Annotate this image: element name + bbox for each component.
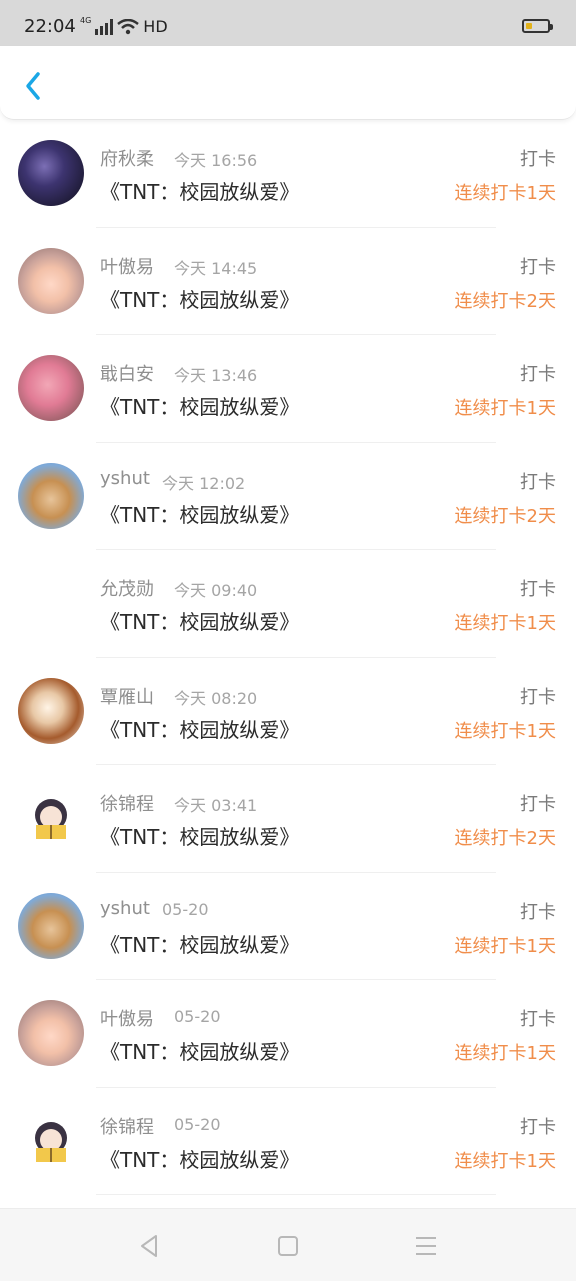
checkin-time: 今天 09:40 — [174, 581, 258, 600]
checkin-time: 今天 13:46 — [174, 366, 258, 385]
avatar[interactable] — [18, 785, 84, 851]
user-name: yshut — [100, 467, 150, 489]
checkin-time: 今天 12:02 — [162, 473, 246, 493]
streak-label: 连续打卡2天 — [454, 290, 556, 312]
book-title: 《TNT：校园放纵爱》 — [100, 180, 300, 204]
book-title: 《TNT：校园放纵爱》 — [100, 1147, 300, 1172]
checkin-type: 打卡 — [520, 686, 556, 708]
user-name: yshut — [100, 897, 150, 919]
streak-label: 连续打卡1天 — [454, 613, 556, 634]
status-bar: 22:04 4G HD — [0, 0, 576, 46]
streak-label: 连续打卡1天 — [454, 183, 556, 204]
checkin-type: 打卡 — [520, 471, 556, 493]
streak-label: 连续打卡2天 — [454, 505, 556, 527]
user-name: 徐锦程 — [100, 794, 154, 815]
network-type: 4G — [80, 15, 92, 25]
checkin-time: 今天 14:45 — [174, 258, 258, 278]
avatar[interactable] — [18, 247, 84, 314]
avatar[interactable] — [18, 355, 84, 421]
list-item[interactable]: 允茂勋 今天 09:40 《TNT：校园放纵爱》 打卡连续打卡1天 — [0, 550, 576, 658]
avatar[interactable] — [18, 1000, 84, 1066]
chevron-left-icon[interactable] — [18, 66, 48, 106]
app-header — [0, 46, 576, 120]
avatar[interactable] — [18, 140, 84, 206]
streak-label: 连续打卡1天 — [454, 1043, 556, 1064]
book-title: 《TNT：校园放纵爱》 — [100, 932, 300, 957]
streak-label: 连续打卡1天 — [454, 398, 556, 419]
checkin-type: 打卡 — [520, 1116, 556, 1138]
list-item[interactable]: 叶傲易 05-20 《TNT：校园放纵爱》 打卡连续打卡1天 — [0, 980, 576, 1088]
book-title: 《TNT：校园放纵爱》 — [100, 502, 300, 527]
list-item[interactable]: 徐锦程 05-20 《TNT：校园放纵爱》 打卡连续打卡1天 — [0, 1088, 576, 1195]
list-item[interactable]: 戢白安 今天 13:46 《TNT：校园放纵爱》 打卡连续打卡1天 — [0, 335, 576, 443]
checkin-type: 打卡 — [520, 1009, 556, 1030]
user-name: 府秋柔 — [100, 149, 154, 170]
menu-lines-icon[interactable] — [411, 1231, 441, 1261]
book-title: 《TNT：校园放纵爱》 — [100, 287, 300, 312]
navigation-bar — [0, 1208, 576, 1281]
checkin-type: 打卡 — [520, 149, 556, 170]
list-item[interactable]: 覃雁山 今天 08:20 《TNT：校园放纵爱》 打卡连续打卡1天 — [0, 658, 576, 765]
user-name: 覃雁山 — [100, 686, 154, 708]
user-name: 允茂勋 — [100, 579, 154, 600]
list-item[interactable]: 徐锦程 今天 03:41 《TNT：校园放纵爱》 打卡连续打卡2天 — [0, 765, 576, 873]
checkin-type: 打卡 — [520, 579, 556, 600]
list-item[interactable]: 叶傲易 今天 14:45 《TNT：校园放纵爱》 打卡连续打卡2天 — [0, 228, 576, 335]
wifi-icon — [117, 18, 140, 34]
streak-label: 连续打卡1天 — [454, 1150, 556, 1172]
user-name: 徐锦程 — [100, 1116, 154, 1138]
checkin-time: 05-20 — [162, 899, 209, 919]
streak-label: 连续打卡2天 — [454, 828, 556, 849]
triangle-back-icon[interactable] — [135, 1231, 165, 1261]
checkin-type: 打卡 — [520, 364, 556, 385]
checkin-list: 府秋柔 今天 16:56 《TNT：校园放纵爱》 打卡 连续打卡1天 叶傲易 今天 14:4… — [0, 120, 576, 1195]
checkin-time: 05-20 — [174, 1007, 221, 1026]
checkin-time: 今天 16:56 — [174, 151, 258, 170]
checkin-type: 打卡 — [520, 256, 556, 278]
user-name: 叶傲易 — [100, 1009, 154, 1030]
checkin-time: 05-20 — [174, 1114, 221, 1134]
status-time: 22:04 — [24, 16, 76, 37]
list-item[interactable]: 府秋柔 今天 16:56 《TNT：校园放纵爱》 打卡连续打卡1天 — [0, 120, 576, 228]
streak-label: 连续打卡1天 — [454, 720, 556, 742]
list-item[interactable]: yshut 05-20 《TNT：校园放纵爱》 打卡连续打卡1天 — [0, 873, 576, 980]
network-status: 4G HD — [80, 15, 168, 36]
checkin-time: 今天 08:20 — [174, 688, 258, 708]
book-title: 《TNT：校园放纵爱》 — [100, 1040, 300, 1064]
checkin-time: 今天 03:41 — [174, 796, 258, 815]
hd-label: HD — [143, 17, 168, 36]
avatar[interactable] — [18, 462, 84, 529]
book-title: 《TNT：校园放纵爱》 — [100, 395, 300, 419]
book-title: 《TNT：校园放纵爱》 — [100, 610, 300, 634]
avatar[interactable] — [18, 677, 84, 744]
user-name: 戢白安 — [100, 364, 154, 385]
checkin-type: 打卡 — [520, 794, 556, 815]
list-item[interactable]: yshut 今天 12:02 《TNT：校园放纵爱》 打卡连续打卡2天 — [0, 443, 576, 550]
row-divider — [96, 1194, 496, 1195]
battery-icon — [522, 19, 553, 33]
avatar[interactable] — [18, 1107, 84, 1174]
streak-label: 连续打卡1天 — [454, 935, 556, 957]
book-title: 《TNT：校园放纵爱》 — [100, 717, 300, 742]
user-name: 叶傲易 — [100, 256, 154, 278]
avatar[interactable] — [18, 892, 84, 959]
checkin-type: 打卡 — [520, 901, 556, 923]
book-title: 《TNT：校园放纵爱》 — [100, 825, 300, 849]
square-home-icon[interactable] — [273, 1231, 303, 1261]
signal-icon — [95, 18, 114, 35]
